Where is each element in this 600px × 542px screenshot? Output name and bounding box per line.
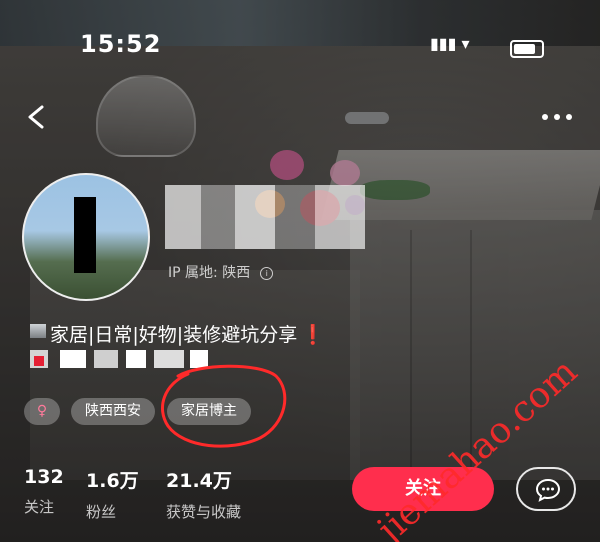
chat-bubble-icon (535, 478, 561, 502)
stat-following[interactable]: 132 关注 (24, 466, 64, 517)
status-time: 15:52 (80, 30, 162, 58)
avatar[interactable] (22, 173, 150, 301)
fans-label: 粉丝 (86, 503, 117, 521)
gender-tag: ♀ (24, 398, 60, 425)
fans-count: 1.6万 (86, 470, 139, 492)
profile-screen: 15:52 ▮▮▮ ▾ IP 属地: 陕西 i 家居|日常|好物|装修避坑分享 ❗ … (0, 0, 600, 542)
bio-emoji-icon (30, 324, 46, 338)
message-button[interactable] (516, 467, 576, 511)
bio-line: 家居|日常|好物|装修避坑分享 (50, 324, 298, 346)
location-tag[interactable]: 陕西西安 (71, 398, 155, 425)
bio-text: 家居|日常|好物|装修避坑分享 ❗ (50, 320, 325, 347)
annotation-circle (161, 364, 287, 448)
info-icon[interactable]: i (260, 266, 274, 280)
exclamation-icon: ❗ (301, 324, 325, 346)
stat-likes[interactable]: 21.4万 获赞与收藏 (166, 466, 241, 522)
more-dots-icon[interactable] (541, 112, 573, 122)
battery-icon (510, 40, 544, 58)
likes-label: 获赞与收藏 (166, 503, 242, 521)
avatar-redaction (74, 197, 96, 273)
username-redacted (165, 185, 365, 249)
chevron-left-icon[interactable] (24, 104, 50, 130)
following-label: 关注 (24, 498, 55, 516)
signal-wifi-icon: ▮▮▮ ▾ (430, 34, 470, 53)
stat-fans[interactable]: 1.6万 粉丝 (86, 466, 139, 522)
ip-location-text: IP 属地: 陕西 (168, 265, 251, 281)
following-count: 132 (24, 466, 64, 488)
likes-count: 21.4万 (166, 470, 232, 492)
ip-location: IP 属地: 陕西 i (168, 262, 274, 282)
